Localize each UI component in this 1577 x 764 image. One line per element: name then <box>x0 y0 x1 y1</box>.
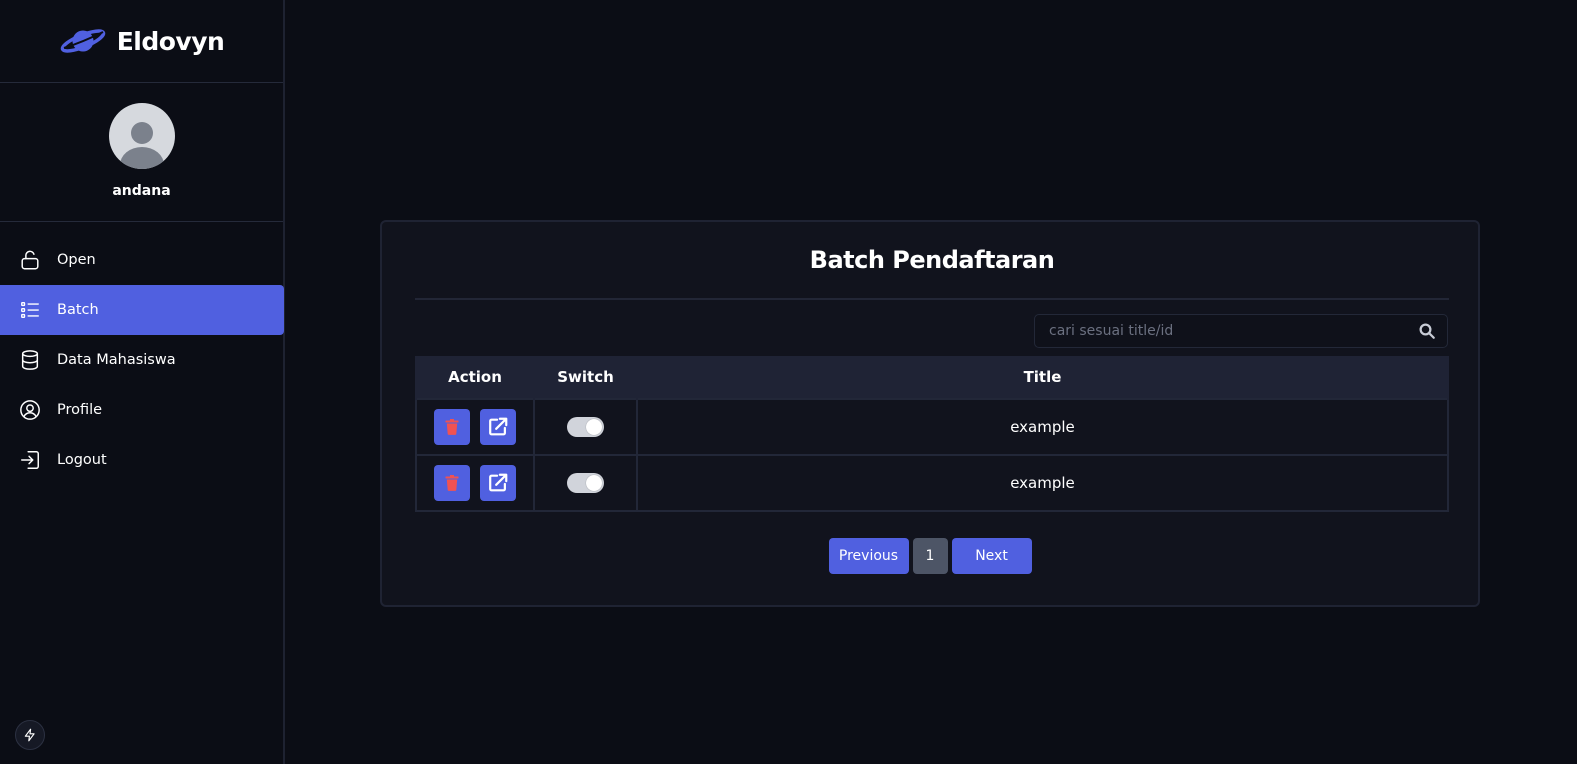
action-cell <box>415 454 535 512</box>
switch-cell <box>533 454 638 512</box>
sidebar-item-label: Profile <box>57 402 103 418</box>
table-row: example <box>415 398 1449 456</box>
bolt-icon[interactable] <box>15 720 45 750</box>
status-toggle[interactable] <box>567 417 604 437</box>
planet-logo-icon <box>59 24 107 58</box>
app-root: Eldovyn andana Open Batch Data Mahasiswa… <box>0 0 1577 764</box>
column-header-title: Title <box>636 356 1449 399</box>
external-link-icon <box>489 417 508 436</box>
database-icon <box>19 349 41 371</box>
switch-cell <box>533 398 638 456</box>
sidebar: Eldovyn andana Open Batch Data Mahasiswa… <box>0 0 285 764</box>
next-page-button[interactable]: Next <box>951 538 1032 574</box>
sidebar-item-label: Logout <box>57 452 107 468</box>
action-cell <box>415 398 535 456</box>
search-box <box>1034 314 1448 348</box>
sidebar-item-profile[interactable]: Profile <box>0 385 283 435</box>
batch-card: Batch Pendaftaran Action Switch Title <box>380 220 1480 607</box>
column-header-action: Action <box>415 356 535 399</box>
title-cell: example <box>636 454 1449 512</box>
previous-page-button[interactable]: Previous <box>828 538 909 574</box>
logout-icon <box>19 449 41 471</box>
search-icon[interactable] <box>1417 321 1437 341</box>
search-input[interactable] <box>1049 323 1417 339</box>
sidebar-item-data-mahasiswa[interactable]: Data Mahasiswa <box>0 335 283 385</box>
user-name: andana <box>112 183 171 199</box>
user-panel: andana <box>0 83 283 222</box>
brand-name: Eldovyn <box>116 26 225 56</box>
column-header-switch: Switch <box>533 356 638 399</box>
open-link-button[interactable] <box>480 465 516 501</box>
sidebar-item-batch[interactable]: Batch <box>0 285 284 335</box>
delete-button[interactable] <box>434 409 470 445</box>
title-cell: example <box>636 398 1449 456</box>
unlock-icon <box>19 249 41 271</box>
brand[interactable]: Eldovyn <box>0 0 283 83</box>
table-header-row: Action Switch Title <box>415 356 1449 399</box>
table-row: example <box>415 454 1449 512</box>
batch-table: Action Switch Title example example <box>415 356 1449 512</box>
status-toggle[interactable] <box>567 473 604 493</box>
pagination: Previous 1 Next <box>382 538 1478 574</box>
page-number-button[interactable]: 1 <box>912 538 948 574</box>
sidebar-item-label: Batch <box>57 302 99 318</box>
external-link-icon <box>489 473 508 492</box>
user-circle-icon <box>19 399 41 421</box>
sidebar-nav: Open Batch Data Mahasiswa Profile Logout <box>0 222 284 485</box>
page-title: Batch Pendaftaran <box>415 222 1449 300</box>
sidebar-item-logout[interactable]: Logout <box>0 435 283 485</box>
open-link-button[interactable] <box>480 409 516 445</box>
list-icon <box>19 299 41 321</box>
sidebar-item-label: Data Mahasiswa <box>57 352 176 368</box>
avatar <box>108 103 175 169</box>
trash-icon <box>445 419 459 435</box>
trash-icon <box>445 475 459 491</box>
sidebar-item-open[interactable]: Open <box>0 235 283 285</box>
delete-button[interactable] <box>434 465 470 501</box>
sidebar-item-label: Open <box>57 252 96 268</box>
